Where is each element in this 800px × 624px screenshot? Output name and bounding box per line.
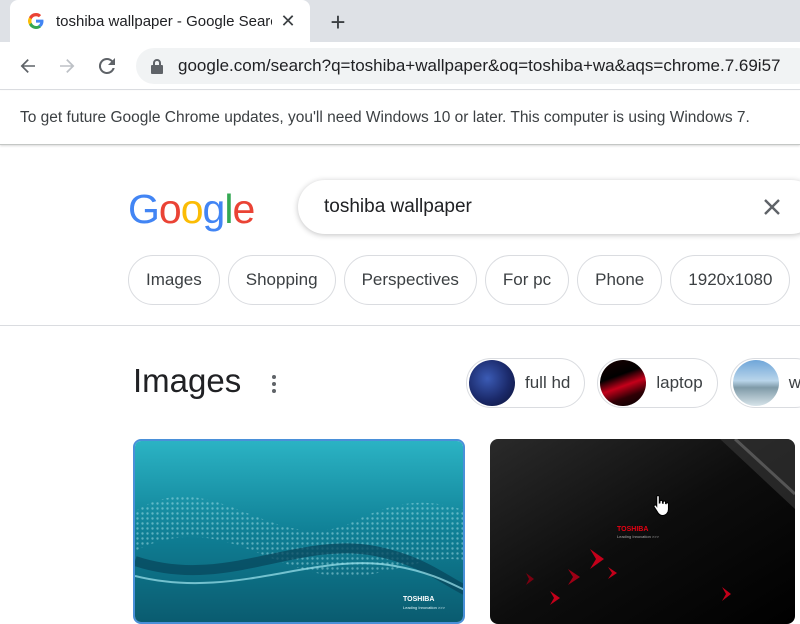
logo-letter: o bbox=[158, 186, 182, 232]
new-tab-button[interactable]: + bbox=[324, 7, 352, 37]
search-input[interactable]: toshiba wallpaper bbox=[324, 196, 800, 218]
chip-shopping[interactable]: Shopping bbox=[227, 255, 336, 305]
clear-search-icon[interactable] bbox=[760, 195, 784, 219]
logo-letter: e bbox=[232, 186, 255, 232]
chip-phone[interactable]: Phone bbox=[577, 255, 663, 305]
chip-images[interactable]: Images bbox=[128, 255, 220, 305]
search-box[interactable]: toshiba wallpaper bbox=[298, 180, 800, 234]
divider bbox=[0, 325, 800, 326]
update-infobar: To get future Google Chrome updates, you… bbox=[0, 91, 800, 145]
related-image-chips: full hd laptop wi bbox=[466, 358, 800, 408]
google-logo[interactable]: Google bbox=[128, 186, 255, 233]
lock-icon[interactable] bbox=[150, 58, 164, 74]
reload-button[interactable] bbox=[93, 52, 121, 80]
toshiba-thumb-red-icon bbox=[600, 360, 647, 406]
images-section-title: Images bbox=[133, 362, 242, 399]
logo-letter: G bbox=[128, 186, 160, 232]
toshiba-thumb-blue-icon bbox=[469, 360, 515, 406]
toshiba-tagline-text: Leading Innovation >>> bbox=[403, 605, 446, 610]
tab-title: toshiba wallpaper - Google Searc bbox=[56, 12, 272, 30]
toshiba-tagline-text: Leading Innovation >>> bbox=[617, 534, 660, 539]
reload-icon bbox=[98, 57, 115, 74]
hand-cursor-icon bbox=[653, 494, 669, 516]
image-result-1[interactable]: TOSHIBA Leading Innovation >>> bbox=[133, 439, 465, 624]
back-button[interactable] bbox=[14, 52, 42, 80]
address-bar[interactable]: google.com/search?q=toshiba+wallpaper&oq… bbox=[136, 48, 800, 84]
logo-letter: g bbox=[202, 186, 226, 232]
tab-strip: toshiba wallpaper - Google Searc ✕ + bbox=[0, 0, 800, 42]
toshiba-black-red-wallpaper: TOSHIBA Leading Innovation >>> bbox=[490, 439, 795, 624]
related-chip-full-hd[interactable]: full hd bbox=[466, 358, 586, 408]
back-arrow-icon bbox=[20, 59, 35, 73]
related-chip-label: full hd bbox=[525, 373, 571, 392]
toshiba-brand-text: TOSHIBA bbox=[403, 596, 434, 603]
infobar-message: To get future Google Chrome updates, you… bbox=[20, 108, 750, 126]
toshiba-brand-text: TOSHIBA bbox=[617, 526, 648, 533]
landscape-thumb-icon bbox=[732, 360, 779, 406]
image-result-2[interactable]: TOSHIBA Leading Innovation >>> bbox=[490, 439, 795, 624]
chip-1920x1080[interactable]: 1920x1080 bbox=[670, 255, 791, 305]
url-text[interactable]: google.com/search?q=toshiba+wallpaper&oq… bbox=[178, 56, 781, 76]
close-tab-icon[interactable]: ✕ bbox=[278, 11, 298, 31]
filter-chips: Images Shopping Perspectives For pc Phon… bbox=[128, 255, 791, 305]
chip-for-pc[interactable]: For pc bbox=[484, 255, 570, 305]
browser-toolbar: google.com/search?q=toshiba+wallpaper&oq… bbox=[0, 42, 800, 90]
browser-tab[interactable]: toshiba wallpaper - Google Searc ✕ bbox=[10, 0, 310, 42]
google-favicon-icon bbox=[28, 13, 44, 29]
more-options-icon[interactable] bbox=[268, 374, 280, 394]
logo-letter: o bbox=[180, 186, 204, 232]
forward-button[interactable] bbox=[53, 52, 81, 80]
chip-perspectives[interactable]: Perspectives bbox=[343, 255, 477, 305]
forward-arrow-icon bbox=[60, 59, 75, 73]
logo-letter: l bbox=[224, 186, 233, 232]
related-chip-wi[interactable]: wi bbox=[729, 358, 800, 408]
related-chip-label: laptop bbox=[656, 373, 703, 392]
toshiba-teal-wallpaper: TOSHIBA Leading Innovation >>> bbox=[135, 441, 463, 622]
related-chip-laptop[interactable]: laptop bbox=[597, 358, 718, 408]
related-chip-label: wi bbox=[788, 373, 800, 392]
